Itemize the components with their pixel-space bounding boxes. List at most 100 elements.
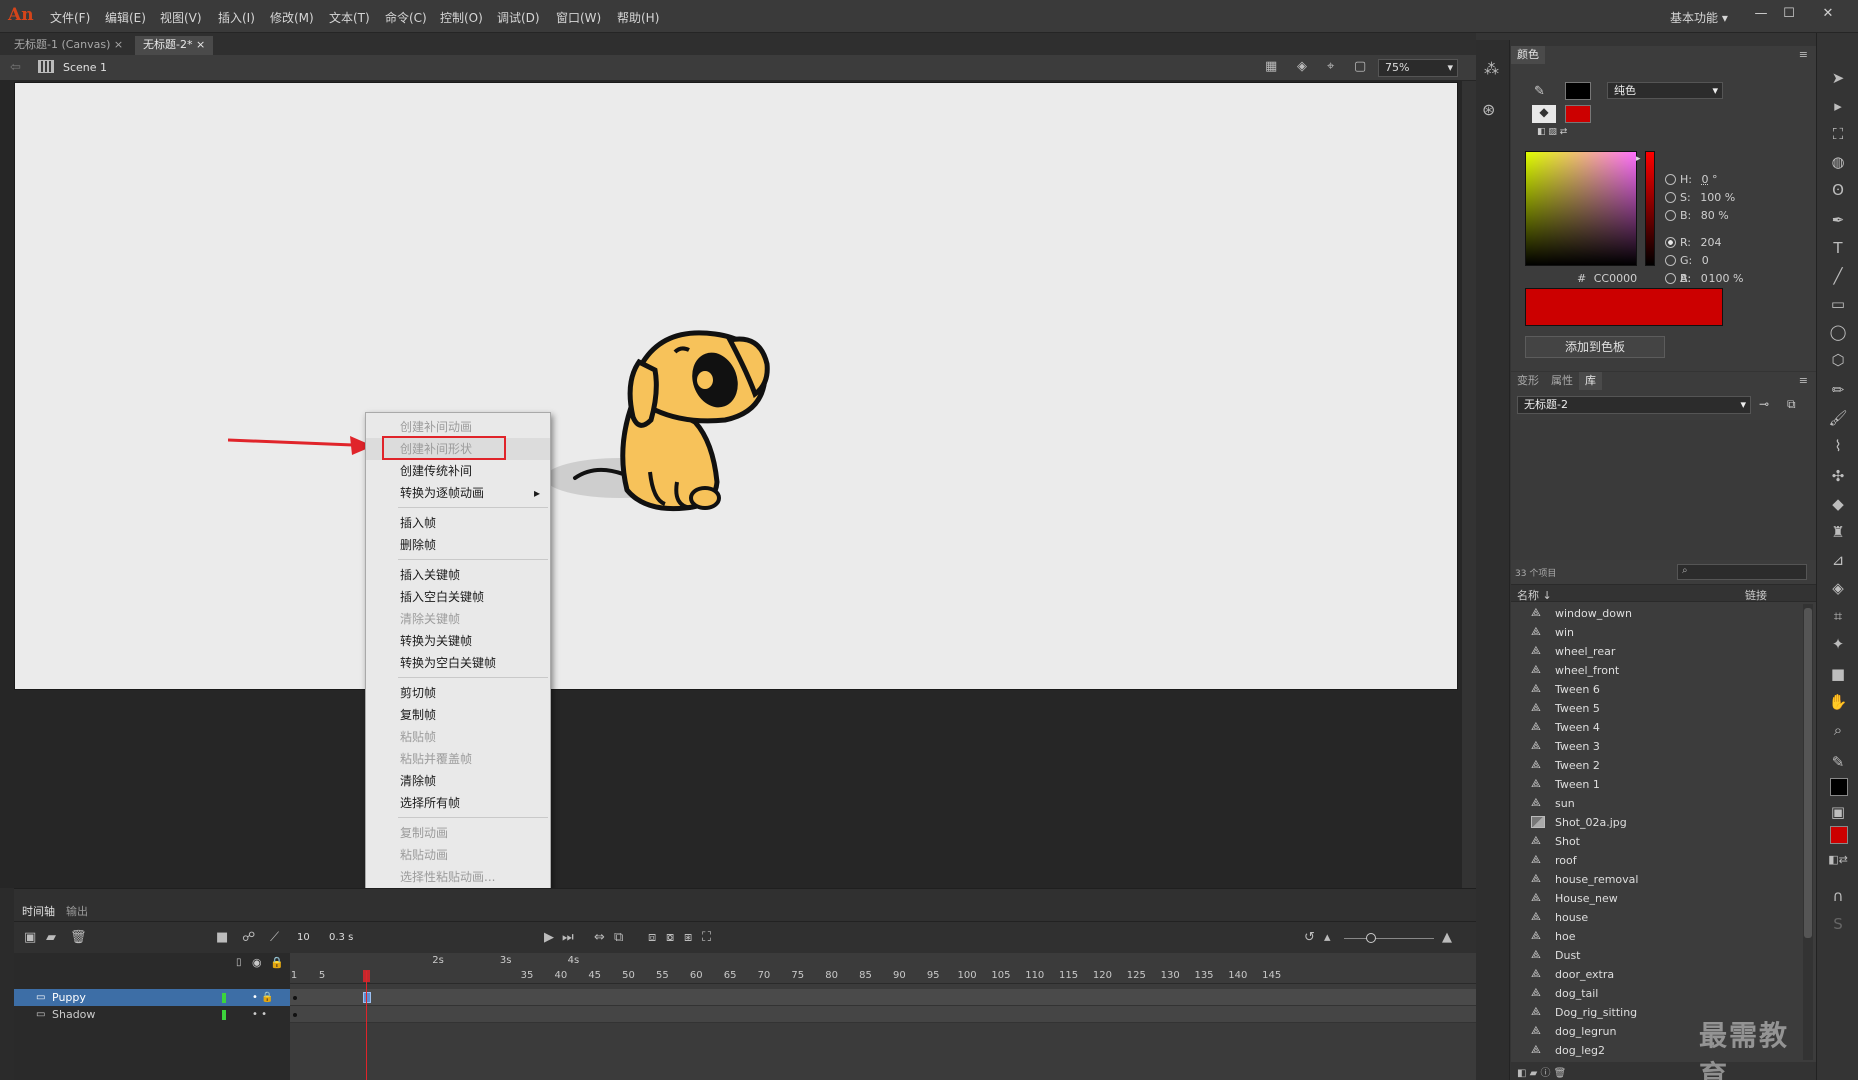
selection-tool-icon[interactable]: ➤ [1826, 67, 1850, 89]
playhead-handle[interactable] [363, 970, 370, 982]
context-menu-item[interactable]: 转换为逐帧动画 ▸ [366, 482, 550, 504]
close-icon[interactable]: × [114, 38, 123, 51]
text-tool-icon[interactable]: T [1826, 237, 1850, 259]
context-menu-item[interactable]: 插入空白关键帧 [366, 586, 550, 608]
step-forward-icon[interactable]: ⏭ [562, 930, 574, 945]
library-item[interactable]: Shot_02a.jpg [1511, 813, 1801, 832]
tab-color[interactable]: 颜色 [1511, 46, 1545, 64]
stroke-color-swatch[interactable] [1565, 82, 1591, 100]
library-scroll-thumb[interactable] [1804, 608, 1812, 938]
panel-menu-icon[interactable]: ≡ [1799, 48, 1808, 61]
context-menu-item[interactable]: 选择所有帧 [366, 792, 550, 814]
fill-type-select[interactable]: 纯色 ▾ [1607, 82, 1723, 99]
3d-rotation-tool-icon[interactable]: ◍ [1826, 151, 1850, 173]
pencil-tool-icon[interactable]: ✏ [1826, 379, 1850, 401]
snap-magnet-icon[interactable]: ∩ [1826, 885, 1850, 907]
tab-timeline[interactable]: 时间轴 [22, 903, 55, 919]
marker-icon[interactable]: ⛶ [702, 930, 711, 945]
saturation-row[interactable]: S: 100 % [1665, 191, 1735, 204]
layer-visibility-dots[interactable]: • 🔒 [252, 989, 274, 1007]
onion-outline-icon[interactable]: ⧇ [666, 930, 674, 945]
library-item[interactable]: ⟁ window_down [1511, 604, 1801, 623]
library-item[interactable]: ⟁ House_new [1511, 889, 1801, 908]
layer-color-marker[interactable] [222, 1010, 226, 1020]
add-to-swatches-button[interactable]: 添加到色板 [1525, 336, 1665, 358]
lock-icon[interactable]: 🔒 [270, 956, 284, 969]
clip-content-icon[interactable]: ▢ [1354, 59, 1366, 74]
green-value[interactable]: 0 [1702, 254, 1709, 267]
parent-view-icon[interactable]: ☍ [242, 930, 255, 945]
context-menu-item[interactable]: 转换为关键帧 [366, 630, 550, 652]
polystar-tool-icon[interactable]: ⬡ [1826, 349, 1850, 371]
blue-radio[interactable] [1665, 273, 1676, 284]
menu-item-5[interactable]: 文本(T) [329, 9, 370, 26]
library-item[interactable]: ⟁ house [1511, 908, 1801, 927]
swap-colors-icon[interactable]: ◧ ▨ ⇄ [1537, 127, 1567, 137]
red-row[interactable]: R: 204 [1665, 236, 1722, 249]
smooth-icon[interactable]: S [1826, 913, 1850, 935]
timeline-layer[interactable]: ▭ Shadow • • [14, 1006, 290, 1024]
menu-item-4[interactable]: 修改(M) [270, 9, 314, 26]
layer-color-marker[interactable] [222, 993, 226, 1003]
library-item[interactable]: ⟁ win [1511, 623, 1801, 642]
context-menu-item[interactable]: 插入帧 [366, 512, 550, 534]
menu-item-9[interactable]: 窗口(W) [556, 9, 601, 26]
rectangle-tool-icon[interactable]: ▭ [1826, 293, 1850, 315]
close-icon[interactable]: × [196, 38, 205, 51]
line-tool-icon[interactable]: ╱ [1826, 265, 1850, 287]
zoom-in-icon[interactable]: ▲ [1442, 930, 1452, 945]
panel-menu-icon[interactable]: ≡ [1799, 374, 1808, 387]
zoom-tool-icon[interactable]: ⌕ [1826, 719, 1850, 741]
oval-tool-icon[interactable]: ◯ [1826, 321, 1850, 343]
layer-visibility-dots[interactable]: • • [252, 1006, 267, 1024]
new-layer-icon[interactable]: ▣ [24, 930, 36, 945]
new-folder-icon[interactable]: ▰ [46, 930, 56, 945]
library-item[interactable]: ⟁ wheel_front [1511, 661, 1801, 680]
brightness-row[interactable]: B: 80 % [1665, 209, 1729, 222]
saturation-value[interactable]: 100 [1700, 191, 1721, 204]
camera-tool-icon[interactable]: ■ [1826, 663, 1850, 685]
library-item[interactable]: ⟁ Tween 6 [1511, 680, 1801, 699]
paintbrush-tool-icon[interactable]: 🖌 [1826, 407, 1850, 429]
library-item[interactable]: ⟁ Tween 4 [1511, 718, 1801, 737]
zoom-select[interactable]: 75% ▾ [1378, 59, 1458, 77]
library-item[interactable]: ⟁ house_removal [1511, 870, 1801, 889]
playhead[interactable] [366, 971, 367, 1080]
brightness-slider[interactable] [1645, 151, 1655, 266]
column-linkage[interactable]: 链接 [1745, 587, 1767, 603]
library-item[interactable]: ⟁ wheel_rear [1511, 642, 1801, 661]
frame-row-puppy[interactable] [290, 989, 1476, 1006]
workspace-switcher[interactable]: 基本功能 ▾ [1670, 9, 1728, 26]
alpha-value[interactable]: 100 [1709, 272, 1730, 285]
play-icon[interactable]: ▶ [544, 930, 554, 945]
tab-transform[interactable]: 变形 [1511, 372, 1545, 390]
context-menu-item[interactable]: 剪切帧 [366, 682, 550, 704]
lasso-tool-icon[interactable]: ʘ [1826, 179, 1850, 201]
swap-colors-icon[interactable]: ◧⇄ [1826, 849, 1850, 871]
graph-icon[interactable]: ⟋ [270, 930, 279, 945]
alpha-row[interactable]: A: 100 % [1680, 272, 1744, 285]
frame-zoom-slider[interactable] [1366, 933, 1376, 943]
free-transform-tool-icon[interactable]: ⛶ [1826, 123, 1850, 145]
red-value[interactable]: 204 [1701, 236, 1722, 249]
new-symbol-icon[interactable]: ◧ ▰ ⓘ 🗑 [1517, 1064, 1566, 1079]
library-item[interactable]: ⟁ Tween 2 [1511, 756, 1801, 775]
brightness-value[interactable]: 80 [1701, 209, 1715, 222]
brush-tool-icon[interactable]: ⌇ [1826, 435, 1850, 457]
brightness-radio[interactable] [1665, 210, 1676, 221]
keyframe[interactable] [293, 996, 297, 1000]
hue-row[interactable]: H: 0 ° [1665, 173, 1717, 186]
cc-libraries-icon[interactable]: ⊛ [1482, 100, 1495, 119]
fps-value[interactable]: 10 [297, 932, 310, 943]
menu-item-1[interactable]: 编辑(E) [105, 9, 146, 26]
keyframe[interactable] [293, 1013, 297, 1017]
new-library-panel-icon[interactable]: ⧉ [1787, 397, 1796, 412]
menu-item-6[interactable]: 命令(C) [385, 9, 427, 26]
bone-tool-icon[interactable]: ✣ [1826, 465, 1850, 487]
context-menu-item[interactable]: 插入关键帧 [366, 564, 550, 586]
trash-icon[interactable]: 🗑 [70, 930, 87, 945]
library-item[interactable]: ⟁ Dust [1511, 946, 1801, 965]
undo-icon[interactable]: ↺ [1304, 930, 1315, 945]
stroke-color-pencil-icon[interactable]: ✎ [1826, 751, 1850, 773]
context-menu-item[interactable]: 转换为空白关键帧 [366, 652, 550, 674]
